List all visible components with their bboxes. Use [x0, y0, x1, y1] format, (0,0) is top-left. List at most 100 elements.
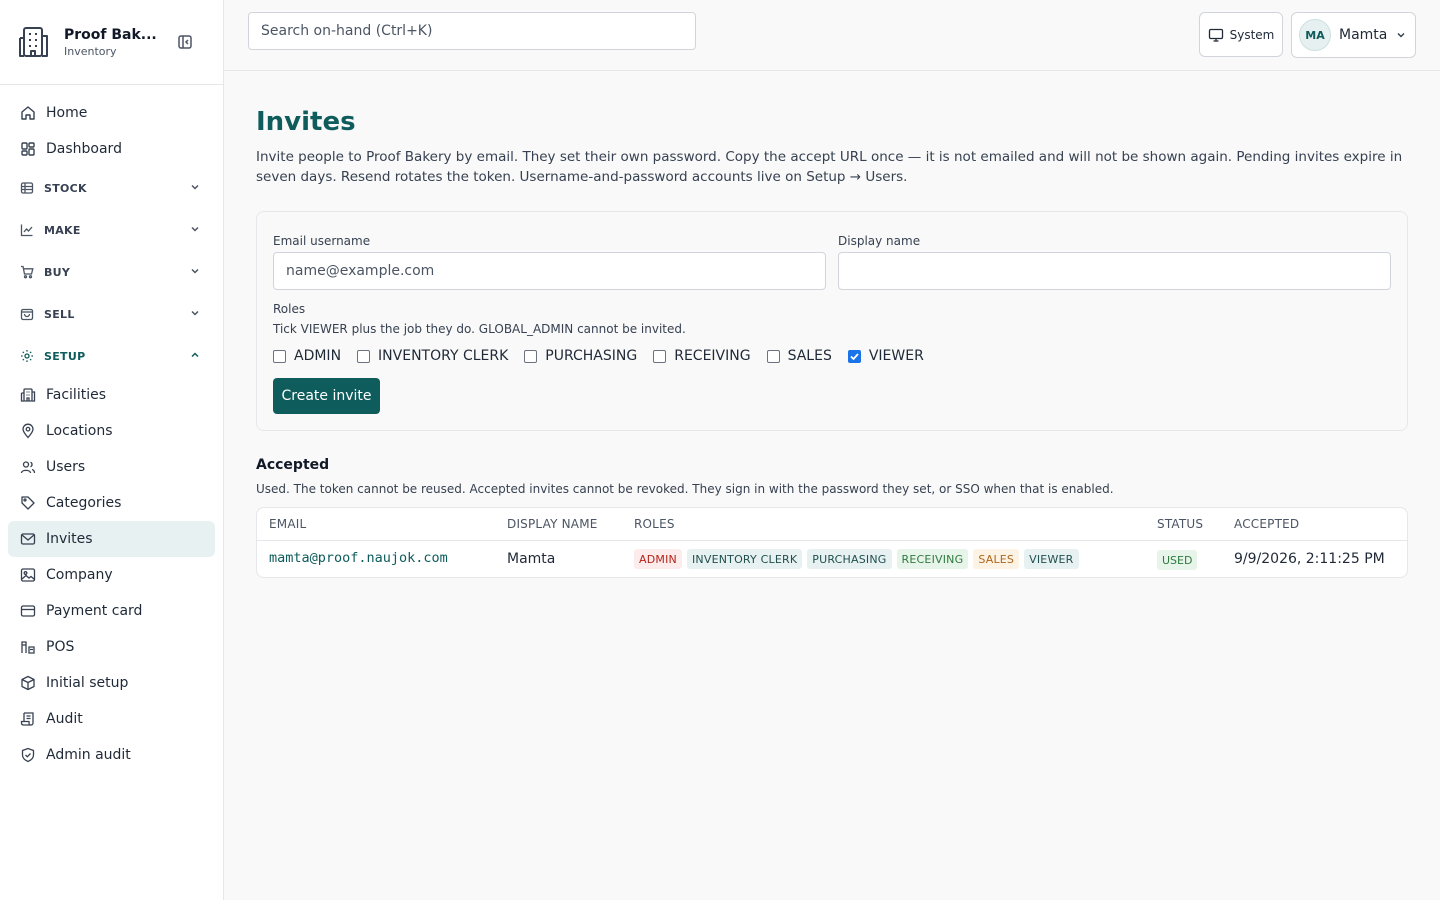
- role-option-purchasing[interactable]: PURCHASING: [524, 348, 637, 364]
- building-icon: [16, 24, 52, 60]
- table-header: EMAIL DISPLAY NAME ROLES STATUS ACCEPTED: [257, 508, 1407, 541]
- column-header-roles: ROLES: [634, 517, 675, 531]
- column-header-accepted: ACCEPTED: [1234, 517, 1300, 531]
- role-badge-purchasing: PURCHASING: [807, 549, 892, 569]
- role-badge-inventory-clerk: INVENTORY CLERK: [686, 549, 803, 569]
- invite-display-name: Mamta: [507, 551, 556, 567]
- sidebar-item-categories[interactable]: Categories: [8, 485, 215, 521]
- sidebar-item-label: Home: [46, 105, 88, 121]
- sidebar-item-audit[interactable]: Audit: [8, 701, 215, 737]
- home-icon: [20, 105, 36, 121]
- search-input[interactable]: [248, 12, 696, 50]
- role-badge-viewer: VIEWER: [1024, 549, 1079, 569]
- sidebar-item-label: Categories: [46, 495, 122, 511]
- status-badge: USED: [1157, 550, 1198, 570]
- role-badge-sales: SALES: [973, 549, 1020, 569]
- checkbox[interactable]: [357, 349, 371, 363]
- role-option-sales[interactable]: SALES: [766, 348, 832, 364]
- checkbox[interactable]: [273, 349, 286, 363]
- sidebar-section-label: STOCK: [44, 181, 87, 195]
- sidebar-item-invites[interactable]: Invites: [8, 521, 215, 557]
- monitor-icon: [1208, 27, 1224, 43]
- building-icon: [20, 387, 36, 403]
- checkbox[interactable]: [766, 349, 780, 363]
- role-option-admin[interactable]: ADMIN: [273, 348, 341, 364]
- accepted-section-description: Used. The token cannot be reused. Accept…: [256, 482, 1114, 496]
- table-row[interactable]: mamta@proof.naujok.com Mamta ADMIN INVEN…: [257, 541, 1407, 577]
- mail-icon: [20, 531, 36, 547]
- sidebar-section-label: SETUP: [44, 349, 86, 363]
- sidebar-item-label: Company: [46, 567, 113, 583]
- shield-icon: [20, 747, 36, 763]
- sidebar-item-label: Audit: [46, 711, 83, 727]
- roles-checkbox-group: ADMIN INVENTORY CLERK PURCHASING RECEIVI…: [273, 346, 940, 366]
- sidebar-item-users[interactable]: Users: [8, 449, 215, 485]
- tag-icon: [20, 495, 36, 511]
- column-header-display-name: DISPLAY NAME: [507, 517, 598, 531]
- sidebar-item-initial-setup[interactable]: Initial setup: [8, 665, 215, 701]
- page-description: Invite people to Proof Bakery by email. …: [256, 149, 1403, 185]
- users-icon: [20, 459, 36, 475]
- email-field[interactable]: [273, 252, 826, 290]
- sidebar-section-label: MAKE: [44, 223, 81, 237]
- sidebar-item-home[interactable]: Home: [8, 95, 215, 131]
- scroll-icon: [20, 711, 36, 727]
- brand-name: Proof Bak...: [64, 26, 157, 43]
- pos-icon: [20, 639, 36, 655]
- sidebar-item-pos[interactable]: POS: [8, 629, 215, 665]
- display-name-field[interactable]: [838, 252, 1391, 290]
- sidebar-item-facilities[interactable]: Facilities: [8, 377, 215, 413]
- invite-form-card: Email username Display name Roles Tick V…: [256, 211, 1408, 431]
- sidebar-section-setup[interactable]: SETUP: [8, 335, 215, 377]
- column-header-email: EMAIL: [269, 517, 307, 531]
- sidebar-section-make[interactable]: MAKE: [8, 209, 215, 251]
- roles-label: Roles: [273, 302, 306, 316]
- chevron-down-icon: [1395, 29, 1407, 41]
- role-option-receiving[interactable]: RECEIVING: [653, 348, 751, 364]
- topbar: System MA Mamta: [224, 0, 1440, 71]
- sidebar-section-stock[interactable]: STOCK: [8, 167, 215, 209]
- sidebar-section-label: SELL: [44, 307, 75, 321]
- pin-icon: [20, 423, 36, 439]
- sidebar-item-admin-audit[interactable]: Admin audit: [8, 737, 215, 773]
- checkbox-checked[interactable]: [847, 349, 861, 363]
- sidebar-item-label: Admin audit: [46, 747, 131, 763]
- sidebar-item-payment-card[interactable]: Payment card: [8, 593, 215, 629]
- sidebar-item-label: Facilities: [46, 387, 106, 403]
- box-icon: [20, 675, 36, 691]
- sidebar-section-sell[interactable]: SELL: [8, 293, 215, 335]
- role-option-label: SALES: [787, 348, 832, 364]
- checkbox[interactable]: [653, 349, 667, 363]
- roles-hint: Tick VIEWER plus the job they do. GLOBAL…: [273, 322, 686, 336]
- gear-icon: [20, 349, 34, 363]
- stock-icon: [20, 181, 34, 195]
- sidebar-item-locations[interactable]: Locations: [8, 413, 215, 449]
- accepted-section-title: Accepted: [256, 457, 330, 473]
- create-invite-button[interactable]: Create invite: [273, 378, 380, 414]
- dashboard-icon: [20, 141, 36, 157]
- checkbox[interactable]: [524, 349, 538, 363]
- role-option-viewer[interactable]: VIEWER: [847, 348, 924, 364]
- sidebar-item-label: Invites: [46, 531, 93, 547]
- display-name-label: Display name: [838, 234, 921, 248]
- cart-icon: [20, 265, 34, 279]
- theme-toggle-button[interactable]: System: [1199, 12, 1283, 57]
- sidebar-item-label: POS: [46, 639, 75, 655]
- user-menu-button[interactable]: MA Mamta: [1291, 12, 1416, 58]
- invite-email: mamta@proof.naujok.com: [269, 550, 448, 566]
- role-option-label: INVENTORY CLERK: [378, 348, 509, 364]
- avatar: MA: [1299, 19, 1331, 51]
- chevron-down-icon: [189, 181, 201, 193]
- sidebar-item-label: Locations: [46, 423, 113, 439]
- sidebar-item-company[interactable]: Company: [8, 557, 215, 593]
- check-icon: [850, 352, 859, 360]
- sidebar-item-label: Initial setup: [46, 675, 129, 691]
- sidebar-item-dashboard[interactable]: Dashboard: [8, 131, 215, 167]
- collapse-sidebar-icon[interactable]: [176, 33, 194, 51]
- sidebar-section-buy[interactable]: BUY: [8, 251, 215, 293]
- chevron-up-icon: [189, 349, 201, 361]
- brand-subtitle: Inventory: [64, 44, 117, 58]
- role-option-inventory-clerk[interactable]: INVENTORY CLERK: [357, 348, 508, 364]
- sidebar-item-label: Users: [46, 459, 86, 475]
- column-header-status: STATUS: [1157, 517, 1204, 531]
